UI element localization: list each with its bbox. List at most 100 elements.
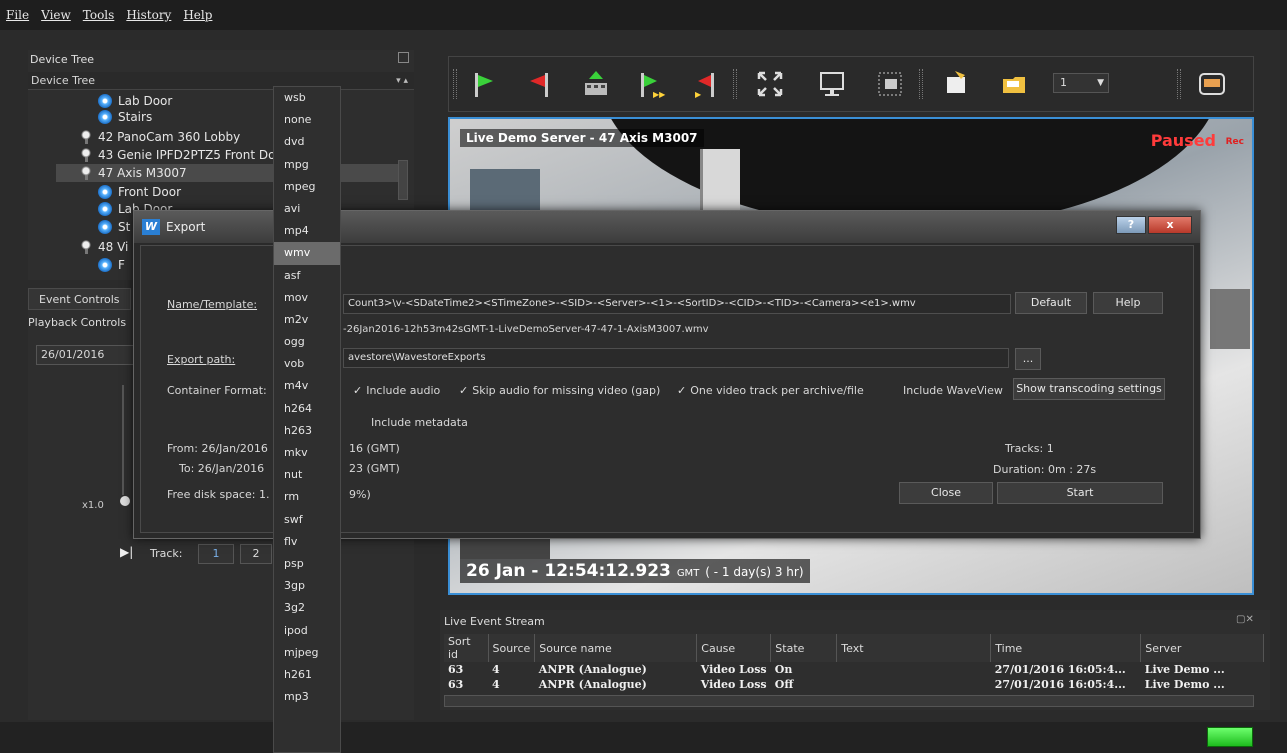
help-button[interactable]: Help bbox=[1093, 292, 1163, 314]
snapshot-folder-icon[interactable] bbox=[997, 67, 1031, 101]
table-row[interactable]: 63 4 ANPR (Analogue) Video Loss On 27/01… bbox=[444, 662, 1264, 677]
mark-start-icon[interactable] bbox=[467, 67, 501, 101]
layout-icon[interactable] bbox=[873, 67, 907, 101]
menu-file[interactable]: File bbox=[6, 8, 29, 22]
track-button-1[interactable]: 1 bbox=[198, 544, 234, 564]
dialog-help-button[interactable]: ? bbox=[1116, 216, 1146, 234]
export-path-field[interactable]: avestore\WavestoreExports bbox=[343, 348, 1009, 368]
format-option[interactable]: none bbox=[274, 109, 340, 131]
go-to-start-icon[interactable]: ▶▶ bbox=[633, 67, 667, 101]
stream-select[interactable]: 1 ▼ bbox=[1053, 73, 1109, 93]
status-bar bbox=[0, 722, 1287, 753]
format-option-selected[interactable]: wmv bbox=[274, 242, 340, 265]
combo-arrows-icon[interactable]: ▾ ▴ bbox=[396, 72, 408, 90]
tree-item[interactable]: Front Door bbox=[98, 183, 181, 201]
format-option[interactable]: mp3 bbox=[274, 686, 340, 708]
tree-item[interactable]: 43 Genie IPFD2PTZ5 Front Do bbox=[80, 146, 275, 164]
speed-slider-track[interactable] bbox=[122, 385, 124, 495]
close-button[interactable]: Close bbox=[899, 482, 993, 504]
tree-item-selected[interactable]: 47 Axis M3007 bbox=[56, 164, 398, 182]
event-stream-caption: Live Event Stream bbox=[444, 615, 545, 628]
format-option[interactable]: mkv bbox=[274, 442, 340, 464]
format-option[interactable]: ipod bbox=[274, 620, 340, 642]
table-row[interactable]: 63 4 ANPR (Analogue) Video Loss Off 27/0… bbox=[444, 677, 1264, 692]
format-option[interactable]: swf bbox=[274, 509, 340, 531]
tree-item[interactable]: St bbox=[98, 218, 130, 236]
menu-tools[interactable]: Tools bbox=[83, 8, 115, 22]
format-option[interactable]: asf bbox=[274, 265, 340, 287]
format-option[interactable]: wsb bbox=[274, 87, 340, 109]
mark-end-icon[interactable] bbox=[521, 67, 555, 101]
cell-time: 27/01/2016 16:05:4... bbox=[994, 678, 1126, 691]
go-to-end-icon[interactable]: ▶ bbox=[687, 67, 721, 101]
format-option[interactable]: mp4 bbox=[274, 220, 340, 242]
device-tree-combo[interactable]: Device Tree ▾ ▴ bbox=[28, 72, 414, 90]
format-option[interactable]: mjpeg bbox=[274, 642, 340, 664]
tree-item[interactable]: Stairs bbox=[98, 110, 152, 124]
speed-slider-handle[interactable] bbox=[120, 496, 130, 506]
col-sort-id[interactable]: Sort id bbox=[444, 634, 489, 662]
col-time[interactable]: Time bbox=[990, 634, 1142, 662]
track-button-2[interactable]: 2 bbox=[240, 544, 272, 564]
menu-view[interactable]: View bbox=[41, 8, 71, 22]
format-option[interactable]: m2v bbox=[274, 309, 340, 331]
default-button[interactable]: Default bbox=[1015, 292, 1087, 314]
start-button[interactable]: Start bbox=[997, 482, 1163, 504]
camera-icon bbox=[80, 240, 92, 254]
format-option[interactable]: psp bbox=[274, 553, 340, 575]
browse-button[interactable]: ... bbox=[1015, 348, 1041, 370]
format-option[interactable]: mpg bbox=[274, 154, 340, 176]
dialog-close-button[interactable]: x bbox=[1148, 216, 1192, 234]
one-track-checkbox[interactable]: ✓ One video track per archive/file bbox=[677, 384, 864, 397]
dialog-title: Export bbox=[166, 220, 206, 234]
format-option[interactable]: dvd bbox=[274, 131, 340, 153]
name-template-field[interactable]: Count3>\v-<SDateTime2><STimeZone>-<SID>-… bbox=[343, 294, 1011, 314]
event-stream-scrollbar[interactable] bbox=[444, 695, 1254, 707]
include-audio-checkbox[interactable]: ✓ Include audio bbox=[353, 384, 440, 397]
container-format-dropdown[interactable]: wsb none dvd mpg mpeg avi mp4 wmv asf mo… bbox=[273, 86, 341, 753]
include-waveview-checkbox[interactable]: Include WaveView bbox=[903, 384, 1003, 397]
format-option[interactable]: mpeg bbox=[274, 176, 340, 198]
fullscreen-icon[interactable] bbox=[753, 67, 787, 101]
format-option[interactable]: mov bbox=[274, 287, 340, 309]
monitor-icon[interactable] bbox=[815, 67, 849, 101]
tree-item[interactable]: 42 PanoCam 360 Lobby bbox=[80, 128, 240, 146]
menu-help[interactable]: Help bbox=[183, 8, 212, 22]
col-source[interactable]: Source bbox=[488, 634, 536, 662]
format-option[interactable]: m4v bbox=[274, 375, 340, 397]
col-cause[interactable]: Cause bbox=[696, 634, 772, 662]
step-forward-icon[interactable]: ▶| bbox=[120, 545, 133, 559]
format-option[interactable]: 3g2 bbox=[274, 597, 340, 619]
col-server[interactable]: Server bbox=[1140, 634, 1264, 662]
skip-audio-checkbox[interactable]: ✓ Skip audio for missing video (gap) bbox=[459, 384, 660, 397]
include-metadata-checkbox[interactable]: Include metadata bbox=[371, 416, 468, 429]
format-option[interactable]: h261 bbox=[274, 664, 340, 686]
open-folder-icon[interactable] bbox=[939, 67, 973, 101]
tree-scrollbar[interactable] bbox=[398, 160, 408, 200]
tree-item[interactable]: 48 Vi bbox=[80, 238, 128, 256]
tree-item[interactable]: Lab Door bbox=[98, 92, 172, 110]
show-transcoding-button[interactable]: Show transcoding settings bbox=[1013, 378, 1165, 400]
col-source-name[interactable]: Source name bbox=[534, 634, 698, 662]
format-option[interactable]: vob bbox=[274, 353, 340, 375]
date-field[interactable]: 26/01/2016 bbox=[36, 345, 144, 365]
col-text[interactable]: Text bbox=[836, 634, 992, 662]
playback-controls-label[interactable]: Playback Controls bbox=[28, 316, 126, 329]
format-option[interactable]: rm bbox=[274, 486, 340, 508]
menu-history[interactable]: History bbox=[126, 8, 171, 22]
tab-event-controls[interactable]: Event Controls bbox=[28, 288, 131, 310]
format-option[interactable]: h263 bbox=[274, 420, 340, 442]
format-option[interactable]: h264 bbox=[274, 398, 340, 420]
export-clip-icon[interactable] bbox=[579, 67, 613, 101]
cell-state: Off bbox=[774, 678, 794, 691]
col-state[interactable]: State bbox=[770, 634, 838, 662]
panel-float-close-icon[interactable]: ▢✕ bbox=[1236, 614, 1254, 625]
keyboard-icon[interactable] bbox=[1195, 67, 1229, 101]
panel-float-icon[interactable] bbox=[398, 52, 409, 63]
format-option[interactable]: avi bbox=[274, 198, 340, 220]
format-option[interactable]: nut bbox=[274, 464, 340, 486]
format-option[interactable]: 3gp bbox=[274, 575, 340, 597]
format-option[interactable]: ogg bbox=[274, 331, 340, 353]
format-option[interactable]: flv bbox=[274, 531, 340, 553]
tree-item[interactable]: F bbox=[98, 256, 125, 274]
